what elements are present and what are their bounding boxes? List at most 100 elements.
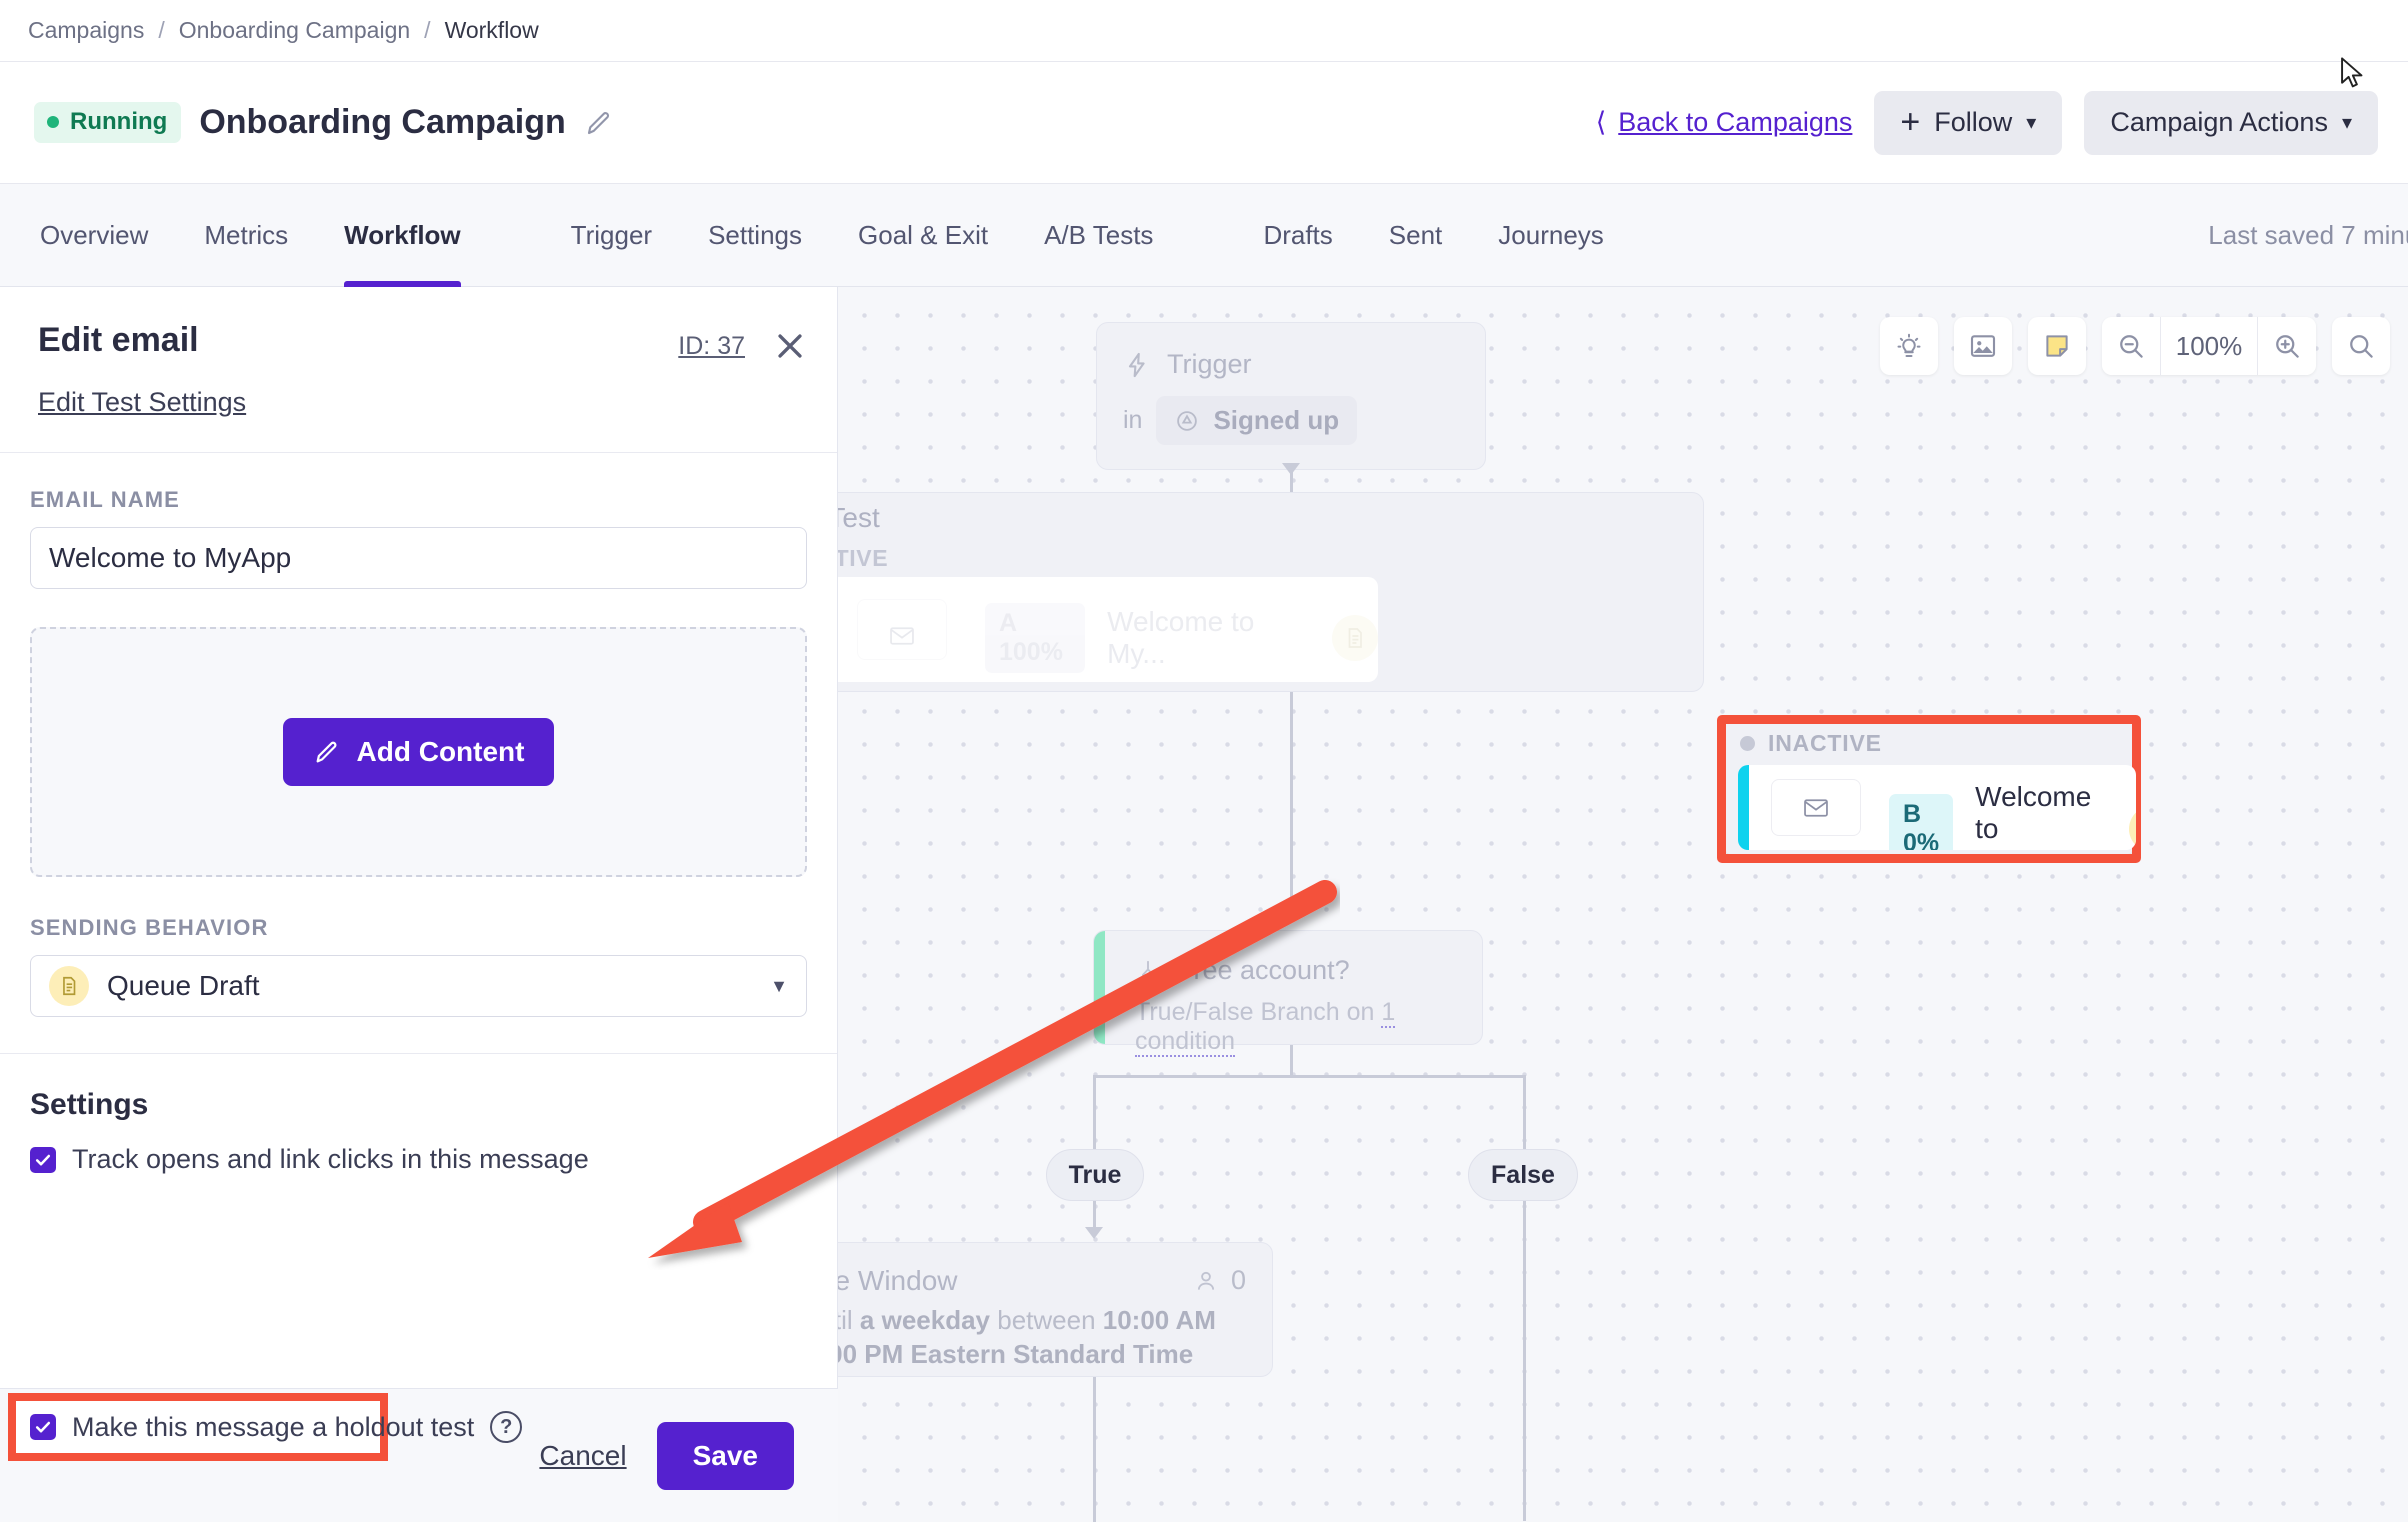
tab-ab-tests[interactable]: A/B Tests xyxy=(1044,184,1153,287)
variant-b-accent xyxy=(1738,765,1749,850)
connector-branch-split xyxy=(1093,1075,1523,1078)
chevron-down-icon-select: ▼ xyxy=(770,975,788,996)
time-window-count-value: 0 xyxy=(1230,1265,1246,1295)
pencil-icon[interactable] xyxy=(584,108,614,138)
trigger-segment-chip[interactable]: Signed up xyxy=(1156,396,1358,445)
branch-node[interactable]: Free account? True/False Branch on 1 con… xyxy=(1093,930,1483,1057)
time-window-people-count: 0 xyxy=(1193,1265,1246,1296)
variant-b-document-icon[interactable] xyxy=(2129,806,2136,850)
tab-goal-exit[interactable]: Goal & Exit xyxy=(858,184,988,287)
sending-behavior-select-wrap: Queue Draft ▼ xyxy=(30,955,807,1017)
email-content-dropzone[interactable]: Add Content xyxy=(30,627,807,877)
campaign-actions-button[interactable]: Campaign Actions ▾ xyxy=(2084,90,2378,155)
email-name-input[interactable] xyxy=(30,527,807,589)
zoom-fit-icon-button[interactable] xyxy=(2332,317,2390,375)
sending-behavior-select[interactable]: Queue Draft ▼ xyxy=(30,955,807,1017)
panel-body: EMAIL NAME Add Content SENDING BEHAVIOR xyxy=(0,453,837,1017)
title-bar-actions: ⟨ Back to Campaigns + Follow ▾ Campaign … xyxy=(1596,90,2378,155)
branch-description: True/False Branch on 1 condition xyxy=(1135,998,1482,1057)
chevron-down-icon: ▾ xyxy=(2026,112,2037,134)
close-icon[interactable] xyxy=(773,329,807,363)
chevron-left-icon: ⟨ xyxy=(1595,107,1607,137)
canvas-toolbar: 100% xyxy=(1880,317,2390,375)
ab-test-status-a: INACTIVE xyxy=(838,545,889,571)
chevron-down-icon-2: ▾ xyxy=(2341,112,2352,134)
trigger-preposition: in xyxy=(1123,406,1143,434)
tab-workflow[interactable]: Workflow xyxy=(344,184,461,287)
sticky-note-icon-button[interactable] xyxy=(2028,317,2086,375)
follow-button[interactable]: + Follow ▾ xyxy=(1874,90,2063,155)
envelope-icon xyxy=(1804,799,1828,817)
zoom-in-icon-button[interactable] xyxy=(2258,317,2316,375)
branch-accent-bar xyxy=(1094,931,1105,1044)
tab-metrics[interactable]: Metrics xyxy=(204,184,288,287)
branch-title: Free account? xyxy=(1177,955,1350,985)
email-name-label: EMAIL NAME xyxy=(30,487,180,512)
tw-end-time: 5:00 PM Eastern Standard Time xyxy=(838,1339,1194,1370)
tab-sent[interactable]: Sent xyxy=(1389,184,1443,287)
follow-label: Follow xyxy=(1934,107,2013,137)
email-id-link[interactable]: ID: 37 xyxy=(678,332,745,361)
tab-trigger[interactable]: Trigger xyxy=(571,184,652,287)
connector-abtest-to-branch xyxy=(1290,692,1293,912)
breadcrumb-item-onboarding-campaign[interactable]: Onboarding Campaign xyxy=(179,17,410,44)
ab-test-status-b-row: INACTIVE xyxy=(1740,730,1882,757)
connector-arrow-1 xyxy=(1282,463,1300,475)
zoom-out-icon-button[interactable] xyxy=(2102,317,2160,375)
zoom-level-value[interactable]: 100% xyxy=(2161,317,2257,375)
status-label: Running xyxy=(70,108,168,135)
variant-a-badge: A 100% xyxy=(985,603,1086,673)
question-mark-icon[interactable]: ? xyxy=(490,1411,523,1443)
track-opens-row[interactable]: Track opens and link clicks in this mess… xyxy=(30,1144,807,1175)
trigger-node[interactable]: Trigger in Signed up xyxy=(1096,322,1486,470)
tab-settings[interactable]: Settings xyxy=(708,184,802,287)
workflow-canvas[interactable]: 100% Trigger in Signed up est TIVE A 100… xyxy=(838,287,2408,1522)
sending-behavior-label: SENDING BEHAVIOR xyxy=(30,915,269,940)
variant-a-card[interactable]: A 100% Welcome to My... You still have w… xyxy=(838,577,1378,682)
breadcrumb-item-workflow: Workflow xyxy=(444,17,539,43)
zoom-controls: 100% xyxy=(2102,317,2316,375)
panel-header-actions: ID: 37 xyxy=(678,321,807,363)
tab-drafts[interactable]: Drafts xyxy=(1263,184,1332,287)
tab-overview[interactable]: Overview xyxy=(40,184,148,287)
variant-b-card[interactable]: B 0% Welcome to MyApp You still have wor… xyxy=(1738,765,2136,850)
connector-arrow-2 xyxy=(1282,909,1300,921)
holdout-test-checkbox[interactable] xyxy=(30,1414,56,1440)
variant-b-badge: B 0% xyxy=(1889,794,1954,850)
time-window-title: ime Window xyxy=(838,1265,958,1296)
tw-start-time: 10:00 AM xyxy=(1102,1305,1216,1335)
back-to-campaigns-link[interactable]: ⟨ Back to Campaigns xyxy=(1596,107,1853,138)
connector-branch-left xyxy=(1093,1075,1096,1151)
mouse-cursor-icon xyxy=(2338,56,2368,90)
track-opens-checkbox[interactable] xyxy=(30,1146,56,1173)
tab-journeys[interactable]: Journeys xyxy=(1498,184,1604,287)
branch-description-prefix: True/False Branch on xyxy=(1135,998,1382,1026)
variant-a-document-icon[interactable] xyxy=(1332,615,1378,661)
breadcrumb-separator-2: / xyxy=(424,17,431,43)
edit-test-settings-link[interactable]: Edit Test Settings xyxy=(38,387,246,418)
branch-true-pill[interactable]: True xyxy=(1046,1149,1144,1201)
lightbulb-icon-button[interactable] xyxy=(1880,317,1938,375)
sending-behavior-value: Queue Draft xyxy=(107,970,260,1001)
time-window-description: until a weekday between 10:00 AM 5:00 PM … xyxy=(838,1303,1246,1372)
save-button[interactable]: Save xyxy=(656,1421,794,1490)
cancel-button[interactable]: Cancel xyxy=(539,1440,626,1472)
image-icon-button[interactable] xyxy=(1954,317,2012,375)
branch-false-pill[interactable]: False xyxy=(1468,1149,1578,1201)
last-saved-status: Last saved 7 minutes xyxy=(2208,220,2408,250)
tab-bar: Overview Metrics Workflow Trigger Settin… xyxy=(0,184,2408,287)
holdout-test-row[interactable]: Make this message a holdout test ? xyxy=(30,1411,523,1443)
ab-test-label: A/B Test xyxy=(838,502,880,533)
lightning-icon xyxy=(1128,352,1145,377)
envelope-icon xyxy=(890,627,914,645)
title-bar: Running Onboarding Campaign ⟨ Back to Ca… xyxy=(0,57,2408,184)
time-window-node[interactable]: ime Window 0 until a weekday between 10:… xyxy=(838,1242,1273,1377)
document-icon xyxy=(49,966,89,1006)
app-root: Campaigns / Onboarding Campaign / Workfl… xyxy=(0,0,2408,1522)
variant-a-name: Welcome to My... xyxy=(1107,606,1255,669)
inactive-dot-icon xyxy=(1740,736,1755,751)
breadcrumb: Campaigns / Onboarding Campaign / Workfl… xyxy=(0,0,2408,62)
connector-arrow-3 xyxy=(1085,1227,1103,1239)
breadcrumb-item-campaigns[interactable]: Campaigns xyxy=(28,17,144,44)
add-content-button[interactable]: Add Content xyxy=(282,718,555,786)
